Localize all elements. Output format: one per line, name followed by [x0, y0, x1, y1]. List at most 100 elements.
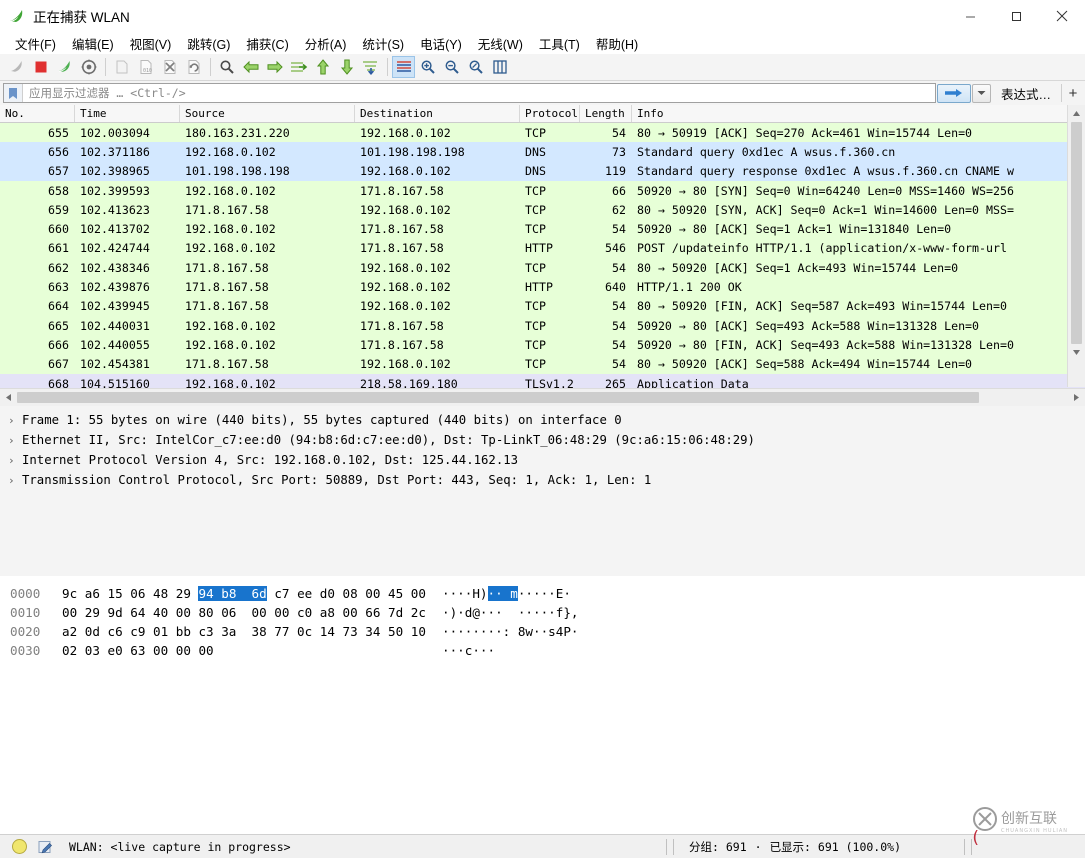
packet-row[interactable]: 659 102.413623 171.8.167.58 192.168.0.102 TC… [0, 200, 1085, 220]
packet-list-body[interactable]: 655 102.003094 180.163.231.220 192.168.0.10… [0, 123, 1085, 388]
packet-row[interactable]: 664 102.439945 171.8.167.58 192.168.0.102 TC… [0, 296, 1085, 316]
packet-row[interactable]: 666 102.440055 192.168.0.102 171.8.167.58 TC… [0, 335, 1085, 355]
menu-help[interactable]: 帮助(H) [588, 32, 646, 55]
start-capture-icon[interactable] [5, 56, 28, 78]
auto-scroll-icon[interactable] [359, 56, 382, 78]
hex-row[interactable]: 0030 02 03 e0 63 00 00 00 ···c··· [0, 641, 1085, 660]
close-file-icon[interactable] [158, 56, 181, 78]
go-last-packet-icon[interactable] [335, 56, 358, 78]
toolbar-separator-1 [105, 58, 106, 76]
scroll-up-arrow-icon[interactable] [1068, 105, 1085, 122]
go-to-packet-icon[interactable] [287, 56, 310, 78]
packet-row[interactable]: 661 102.424744 192.168.0.102 171.8.167.58 HT… [0, 238, 1085, 259]
detail-row-ipv4[interactable]: › Internet Protocol Version 4, Src: 192.… [0, 450, 1085, 470]
expander-icon-ipv4[interactable]: › [8, 454, 22, 467]
menu-view[interactable]: 视图(V) [122, 32, 180, 55]
hex-ascii[interactable]: ·)·d@··· ·····f}, [442, 605, 578, 620]
hex-bytes[interactable]: 9c a6 15 06 48 29 94 b8 6d c7 ee d0 08 0… [62, 586, 442, 601]
menu-tools[interactable]: 工具(T) [531, 32, 588, 55]
menu-go[interactable]: 跳转(G) [179, 32, 238, 55]
menu-statistics[interactable]: 统计(S) [354, 32, 412, 55]
bookmark-icon[interactable] [4, 84, 23, 102]
filter-expression-button[interactable]: 表达式… [993, 84, 1059, 103]
resize-columns-icon[interactable] [488, 56, 511, 78]
packet-row[interactable]: 667 102.454381 171.8.167.58 192.168.0.102 TC… [0, 354, 1085, 374]
detail-row-frame[interactable]: › Frame 1: 55 bytes on wire (440 bits), … [0, 410, 1085, 430]
packet-row[interactable]: 663 102.439876 171.8.167.58 192.168.0.102 HT… [0, 277, 1085, 297]
column-header-info[interactable]: Info [632, 105, 1072, 122]
apply-filter-button[interactable] [936, 83, 971, 103]
maximize-button[interactable] [993, 0, 1039, 32]
go-first-packet-icon[interactable] [311, 56, 334, 78]
packet-row[interactable]: 655 102.003094 180.163.231.220 192.168.0.10… [0, 123, 1085, 143]
restart-capture-icon[interactable] [53, 56, 76, 78]
capture-status-circle-icon[interactable] [12, 839, 27, 854]
detail-text-frame: Frame 1: 55 bytes on wire (440 bits), 55… [22, 413, 622, 427]
hex-bytes[interactable]: 00 29 9d 64 40 00 80 06 00 00 c0 a8 00 6… [62, 605, 442, 620]
packet-row[interactable]: 668 104.515160 192.168.0.102 218.58.169.180… [0, 373, 1085, 388]
packet-row[interactable]: 662 102.438346 171.8.167.58 192.168.0.102 TC… [0, 258, 1085, 278]
go-forward-icon[interactable] [263, 56, 286, 78]
capture-options-icon[interactable] [77, 56, 100, 78]
hex-bytes[interactable]: a2 0d c6 c9 01 bb c3 3a 38 77 0c 14 73 3… [62, 624, 442, 639]
menu-telephony[interactable]: 电话(Y) [412, 32, 470, 55]
menu-file[interactable]: 文件(F) [7, 32, 64, 55]
go-back-icon[interactable] [239, 56, 262, 78]
stop-capture-icon[interactable] [29, 56, 52, 78]
horizontal-scroll-track[interactable] [17, 389, 1068, 406]
column-header-source[interactable]: Source [180, 105, 355, 122]
hex-row[interactable]: 0020 a2 0d c6 c9 01 bb c3 3a 38 77 0c 14 … [0, 622, 1085, 641]
minimize-button[interactable] [947, 0, 993, 32]
packet-list-horizontal-scrollbar[interactable] [0, 388, 1085, 406]
column-header-protocol[interactable]: Protocol [520, 105, 580, 122]
reload-file-icon[interactable] [182, 56, 205, 78]
hex-ascii[interactable]: ···c··· [442, 643, 495, 658]
open-file-icon[interactable] [110, 56, 133, 78]
detail-row-tcp[interactable]: › Transmission Control Protocol, Src Por… [0, 470, 1085, 490]
packet-list-vertical-scrollbar[interactable] [1067, 105, 1085, 387]
hex-row[interactable]: 0010 00 29 9d 64 40 00 80 06 00 00 c0 a8 … [0, 603, 1085, 622]
horizontal-scroll-thumb[interactable] [17, 392, 979, 403]
menu-wireless[interactable]: 无线(W) [470, 32, 531, 55]
hex-bytes[interactable]: 02 03 e0 63 00 00 00 [62, 643, 442, 658]
column-header-length[interactable]: Length [580, 105, 632, 122]
expander-icon-ethernet[interactable]: › [8, 434, 22, 447]
scroll-left-arrow-icon[interactable] [0, 389, 17, 406]
packet-row[interactable]: 656 102.371186 192.168.0.102 101.198.198.19… [0, 142, 1085, 162]
hex-row[interactable]: 0000 9c a6 15 06 48 29 94 b8 6d c7 ee d0 … [0, 584, 1085, 603]
expander-icon-frame[interactable]: › [8, 414, 22, 427]
zoom-out-icon[interactable] [440, 56, 463, 78]
menu-capture[interactable]: 捕获(C) [238, 32, 296, 55]
add-filter-button[interactable]: + [1064, 85, 1082, 102]
column-header-time[interactable]: Time [75, 105, 180, 122]
find-packet-icon[interactable] [215, 56, 238, 78]
colorize-icon[interactable] [392, 56, 415, 78]
packet-row[interactable]: 660 102.413702 192.168.0.102 171.8.167.58 TC… [0, 219, 1085, 239]
scroll-right-arrow-icon[interactable] [1068, 389, 1085, 406]
close-button[interactable] [1039, 0, 1085, 32]
packet-details-pane[interactable]: › Frame 1: 55 bytes on wire (440 bits), … [0, 406, 1085, 576]
column-header-no[interactable]: No. [0, 105, 75, 122]
save-file-icon[interactable]: 010 [134, 56, 157, 78]
vertical-scroll-thumb[interactable] [1071, 122, 1082, 344]
expander-icon-tcp[interactable]: › [8, 474, 22, 487]
hex-ascii[interactable]: ····H)·· m·····E· [442, 586, 571, 601]
menu-analyze[interactable]: 分析(A) [297, 32, 355, 55]
detail-row-ethernet[interactable]: › Ethernet II, Src: IntelCor_c7:ee:d0 (9… [0, 430, 1085, 450]
menu-edit[interactable]: 编辑(E) [64, 32, 122, 55]
packet-row[interactable]: 665 102.440031 192.168.0.102 171.8.167.58 TC… [0, 315, 1085, 336]
packet-row[interactable]: 658 102.399593 192.168.0.102 171.8.167.58 TC… [0, 180, 1085, 201]
scroll-down-arrow-icon[interactable] [1068, 344, 1085, 361]
packet-cell-destination: 192.168.0.102 [360, 202, 451, 217]
zoom-reset-icon[interactable] [464, 56, 487, 78]
hex-ascii[interactable]: ········: 8w··s4P· [442, 624, 578, 639]
packet-bytes-pane[interactable]: 0000 9c a6 15 06 48 29 94 b8 6d c7 ee d0 … [0, 578, 1085, 758]
filter-dropdown-button[interactable] [971, 83, 991, 103]
zoom-in-icon[interactable] [416, 56, 439, 78]
packet-cell-destination: 101.198.198.198 [360, 144, 465, 159]
detail-text-tcp: Transmission Control Protocol, Src Port:… [22, 473, 652, 487]
display-filter-input[interactable]: 应用显示过滤器 … <Ctrl-/> [3, 83, 936, 103]
column-header-destination[interactable]: Destination [355, 105, 520, 122]
packet-row[interactable]: 657 102.398965 101.198.198.198 192.168.0.10… [0, 161, 1085, 181]
capture-comment-icon[interactable] [37, 839, 53, 855]
